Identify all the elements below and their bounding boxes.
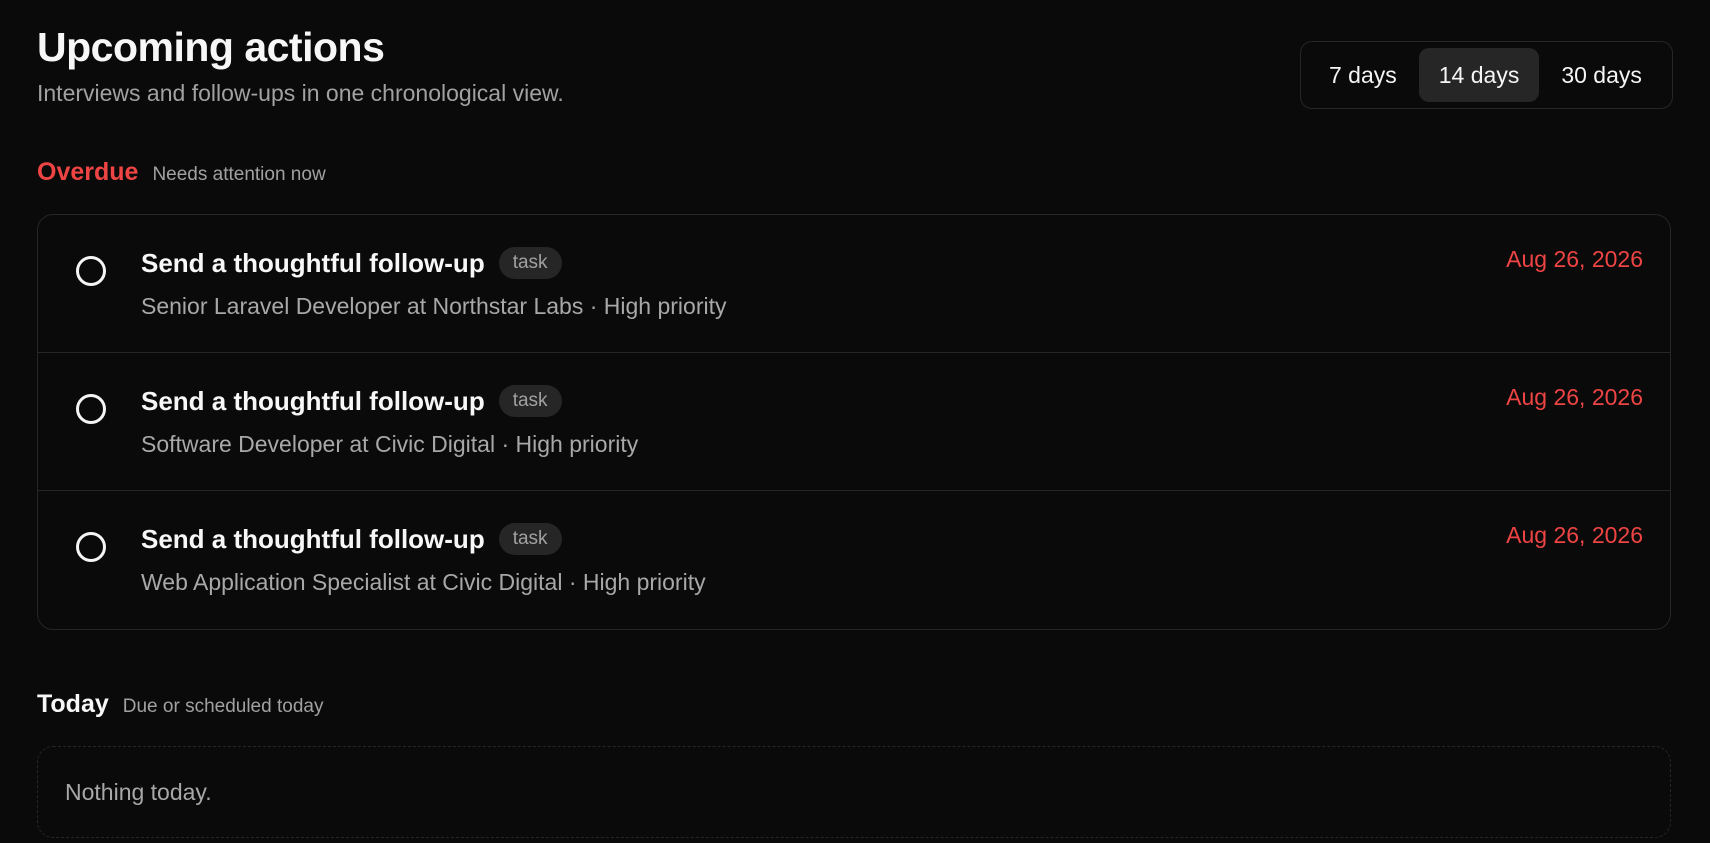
page-header: Upcoming actions Interviews and follow-u… xyxy=(37,0,1673,140)
range-option-7-days[interactable]: 7 days xyxy=(1309,48,1417,102)
action-type-badge: task xyxy=(498,385,562,417)
action-due-date: Aug 26, 2026 xyxy=(1506,384,1643,410)
today-section-note: Due or scheduled today xyxy=(122,696,324,717)
action-title: Send a thoughtful follow-up xyxy=(141,247,485,278)
today-section-title: Today xyxy=(37,690,109,718)
complete-checkbox[interactable] xyxy=(76,256,106,286)
action-title-group: Send a thoughtful follow-up task xyxy=(141,385,562,417)
page-subtitle: Interviews and follow-ups in one chronol… xyxy=(37,80,564,106)
action-subtitle: Software Developer at Civic Digital · Hi… xyxy=(141,431,639,457)
overdue-section-title: Overdue xyxy=(37,158,139,186)
action-due-date: Aug 26, 2026 xyxy=(1506,522,1643,548)
action-subtitle: Web Application Specialist at Civic Digi… xyxy=(141,569,706,595)
overdue-section-header: Overdue Needs attention now xyxy=(37,158,326,187)
today-section-header: Today Due or scheduled today xyxy=(37,690,323,719)
overdue-section-note: Needs attention now xyxy=(152,164,326,185)
action-row[interactable]: Send a thoughtful follow-up task Web App… xyxy=(38,491,1670,629)
action-title-group: Send a thoughtful follow-up task xyxy=(141,247,562,279)
action-title-group: Send a thoughtful follow-up task xyxy=(141,523,562,555)
complete-checkbox[interactable] xyxy=(76,394,106,424)
today-list: Nothing today. xyxy=(37,746,1671,838)
action-type-badge: task xyxy=(498,523,562,555)
action-due-date: Aug 26, 2026 xyxy=(1506,246,1643,272)
page-title: Upcoming actions xyxy=(37,24,385,70)
upcoming-actions-page: Upcoming actions Interviews and follow-u… xyxy=(0,0,1710,843)
overdue-list: Send a thoughtful follow-up task Senior … xyxy=(37,214,1671,630)
range-option-14-days[interactable]: 14 days xyxy=(1418,48,1540,102)
action-row[interactable]: Send a thoughtful follow-up task Softwar… xyxy=(38,353,1670,491)
range-toggle: 7 days 14 days 30 days xyxy=(1300,41,1673,109)
complete-checkbox[interactable] xyxy=(76,532,106,562)
action-title: Send a thoughtful follow-up xyxy=(141,523,485,554)
action-subtitle: Senior Laravel Developer at Northstar La… xyxy=(141,293,727,319)
action-title: Send a thoughtful follow-up xyxy=(141,385,485,416)
today-empty-message: Nothing today. xyxy=(65,779,212,805)
range-option-30-days[interactable]: 30 days xyxy=(1541,48,1662,102)
action-type-badge: task xyxy=(498,247,562,279)
action-row[interactable]: Send a thoughtful follow-up task Senior … xyxy=(38,215,1670,353)
